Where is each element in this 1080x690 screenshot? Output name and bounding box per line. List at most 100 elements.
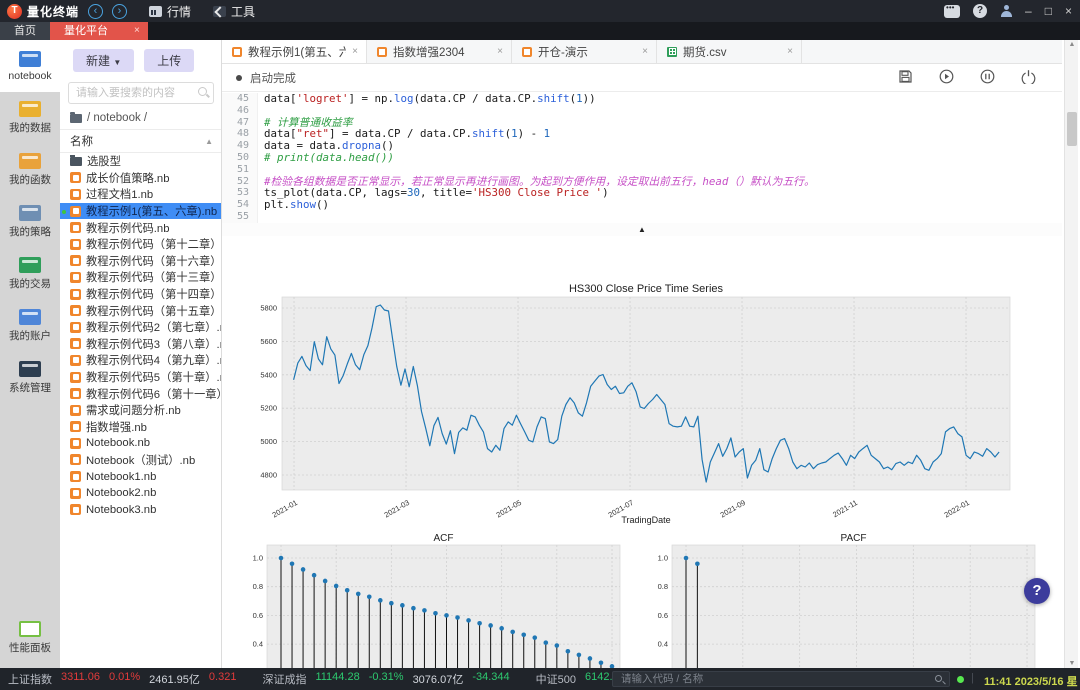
editor-tab[interactable]: 期货.csv× xyxy=(657,40,802,63)
scroll-down-icon[interactable]: ▼ xyxy=(1065,660,1079,667)
tab-close-icon[interactable]: × xyxy=(787,46,793,57)
file-row[interactable]: 教程示例代码2（第七章）.nb xyxy=(60,319,221,336)
scroll-up-icon[interactable]: ▲ xyxy=(1065,41,1079,48)
app-title: 量化终端 xyxy=(27,3,79,20)
notebook-file-icon xyxy=(70,172,81,183)
file-row[interactable]: 指数增强.nb xyxy=(60,419,221,436)
user-icon[interactable] xyxy=(1000,5,1012,17)
sidebar-item-我的账户[interactable]: 我的账户 xyxy=(0,300,60,352)
notebook-file-icon xyxy=(70,338,81,349)
menu-market[interactable]: 行情 xyxy=(149,3,191,20)
notebook-file-icon xyxy=(70,222,81,233)
svg-text:1.0: 1.0 xyxy=(658,554,668,563)
notebook-icon xyxy=(19,51,41,67)
sidebar-item-我的函数[interactable]: 我的函数 xyxy=(0,144,60,196)
notebook-file-icon xyxy=(70,438,81,449)
upload-button[interactable]: 上传 xyxy=(144,49,194,72)
file-row[interactable]: 成长价值策略.nb xyxy=(60,170,221,187)
file-search-input[interactable] xyxy=(68,82,214,104)
scrollbar-thumb[interactable] xyxy=(1067,112,1077,146)
file-row[interactable]: 教程示例1(第五、六章).nb xyxy=(60,203,221,220)
code-editor[interactable]: 45data['logret'] = np.log(data.CP / data… xyxy=(222,93,1062,223)
file-name: Notebook1.nb xyxy=(86,471,156,483)
file-row[interactable]: 需求或问题分析.nb xyxy=(60,402,221,419)
menu-tools[interactable]: 工具 xyxy=(213,3,255,20)
file-row[interactable]: 教程示例代码3（第八章）.nb xyxy=(60,336,221,353)
help-icon[interactable]: ? xyxy=(973,4,987,18)
folder-row[interactable]: 选股型 xyxy=(60,153,221,170)
folder-icon xyxy=(70,157,82,166)
notebook-file-icon xyxy=(70,239,81,250)
svg-text:5200: 5200 xyxy=(260,404,277,413)
file-row[interactable]: Notebook2.nb xyxy=(60,485,221,502)
file-row[interactable]: 教程示例代码（第十二章）.nb xyxy=(60,236,221,253)
file-row[interactable]: Notebook1.nb xyxy=(60,468,221,485)
name-column-header[interactable]: 名称 xyxy=(70,133,93,149)
file-row[interactable]: 过程文档1.nb xyxy=(60,186,221,203)
sidebar-item-我的交易[interactable]: 我的交易 xyxy=(0,248,60,300)
ticker-search-input[interactable] xyxy=(613,672,949,686)
editor-tab[interactable]: 指数增强2304× xyxy=(367,40,512,63)
file-row[interactable]: 教程示例代码6（第十一章）.nb xyxy=(60,385,221,402)
editor-tab[interactable]: 开仓-演示 × xyxy=(512,40,657,63)
code-line[interactable]: 45data['logret'] = np.log(data.CP / data… xyxy=(222,93,1062,105)
ticker-search[interactable] xyxy=(612,671,950,687)
save-icon[interactable] xyxy=(898,69,913,84)
file-row[interactable]: 教程示例代码（第十三章）.nb xyxy=(60,269,221,286)
pacf-chart: 0.00.20.40.60.81.0PACF xyxy=(640,532,1062,668)
code-line[interactable]: 55 xyxy=(222,211,1062,223)
acf-chart: 0.00.20.40.60.81.0ACF xyxy=(222,532,640,668)
power-icon[interactable] xyxy=(1021,69,1036,84)
code-line[interactable]: 53ts_plot(data.CP, lags=30, title='HS300… xyxy=(222,187,1062,199)
tab-close-icon[interactable]: × xyxy=(352,46,358,57)
svg-text:0.6: 0.6 xyxy=(253,611,263,620)
file-row[interactable]: 教程示例代码（第十四章）.nb xyxy=(60,286,221,303)
file-row[interactable]: 教程示例代码4（第九章）.nb xyxy=(60,352,221,369)
file-row[interactable]: Notebook（测试）.nb xyxy=(60,452,221,469)
editor-tab[interactable]: 教程示例1(第五、六章).nb × xyxy=(222,40,367,63)
index-quote[interactable]: 上证指数3311.060.01%2461.95亿0.321 xyxy=(8,671,236,687)
back-icon[interactable]: ‹ xyxy=(88,4,103,19)
file-row[interactable]: 教程示例代码（第十五章）.nb xyxy=(60,302,221,319)
svg-text:1.0: 1.0 xyxy=(253,554,263,563)
sidebar-item-系统管理[interactable]: 系统管理 xyxy=(0,352,60,404)
file-row[interactable]: 教程示例代码（第十六章）.nb xyxy=(60,253,221,270)
code-line[interactable]: 54plt.show() xyxy=(222,199,1062,211)
floating-help-button[interactable]: ? xyxy=(1024,578,1050,604)
tab-quant-platform[interactable]: 量化平台 × xyxy=(50,22,148,40)
message-icon[interactable] xyxy=(944,5,960,18)
vertical-scrollbar[interactable]: ▲ ▼ xyxy=(1064,40,1078,668)
tab-close-icon[interactable]: × xyxy=(497,46,503,57)
file-row[interactable]: Notebook.nb xyxy=(60,435,221,452)
new-button[interactable]: 新建 ▼ xyxy=(73,49,134,72)
editor-tab-label: 开仓-演示 xyxy=(538,44,636,60)
close-button[interactable]: × xyxy=(1065,0,1072,22)
notebook-file-icon xyxy=(70,206,81,217)
index-name: 深证成指 xyxy=(262,671,306,687)
notebook-file-icon xyxy=(70,471,81,482)
maximize-button[interactable]: □ xyxy=(1045,0,1052,22)
code-line[interactable]: 50# print(data.head()) xyxy=(222,152,1062,164)
forward-icon[interactable]: › xyxy=(112,4,127,19)
pause-icon[interactable] xyxy=(980,69,995,84)
sidebar-item-我的数据[interactable]: 我的数据 xyxy=(0,92,60,144)
tab-close-icon[interactable]: × xyxy=(642,46,648,57)
file-row[interactable]: 教程示例代码5（第十章）.nb xyxy=(60,369,221,386)
tab-home[interactable]: 首页 xyxy=(0,22,50,40)
file-row[interactable]: Notebook3.nb xyxy=(60,501,221,518)
minimize-button[interactable]: – xyxy=(1025,0,1032,22)
sidebar-item-我的策略[interactable]: 我的策略 xyxy=(0,196,60,248)
sidebar-item-notebook[interactable]: notebook xyxy=(0,40,60,92)
run-icon[interactable] xyxy=(939,69,954,84)
file-row[interactable]: 教程示例代码.nb xyxy=(60,219,221,236)
sidebar-item-性能面板[interactable]: 性能面板 xyxy=(0,612,60,664)
tab-close-icon[interactable]: × xyxy=(134,22,140,40)
editor-tab-label: 教程示例1(第五、六章).nb xyxy=(248,44,346,60)
svg-text:PACF: PACF xyxy=(841,533,867,544)
file-name: 教程示例代码2（第七章）.nb xyxy=(86,319,221,335)
output-collapse-bar[interactable]: ▲ xyxy=(222,223,1062,237)
index-quote[interactable]: 深证成指11144.28-0.31%3076.07亿-34.344 xyxy=(262,671,509,687)
search-icon xyxy=(198,87,207,96)
sort-asc-icon[interactable]: ▲ xyxy=(205,137,213,146)
breadcrumb[interactable]: / notebook / xyxy=(60,104,221,130)
